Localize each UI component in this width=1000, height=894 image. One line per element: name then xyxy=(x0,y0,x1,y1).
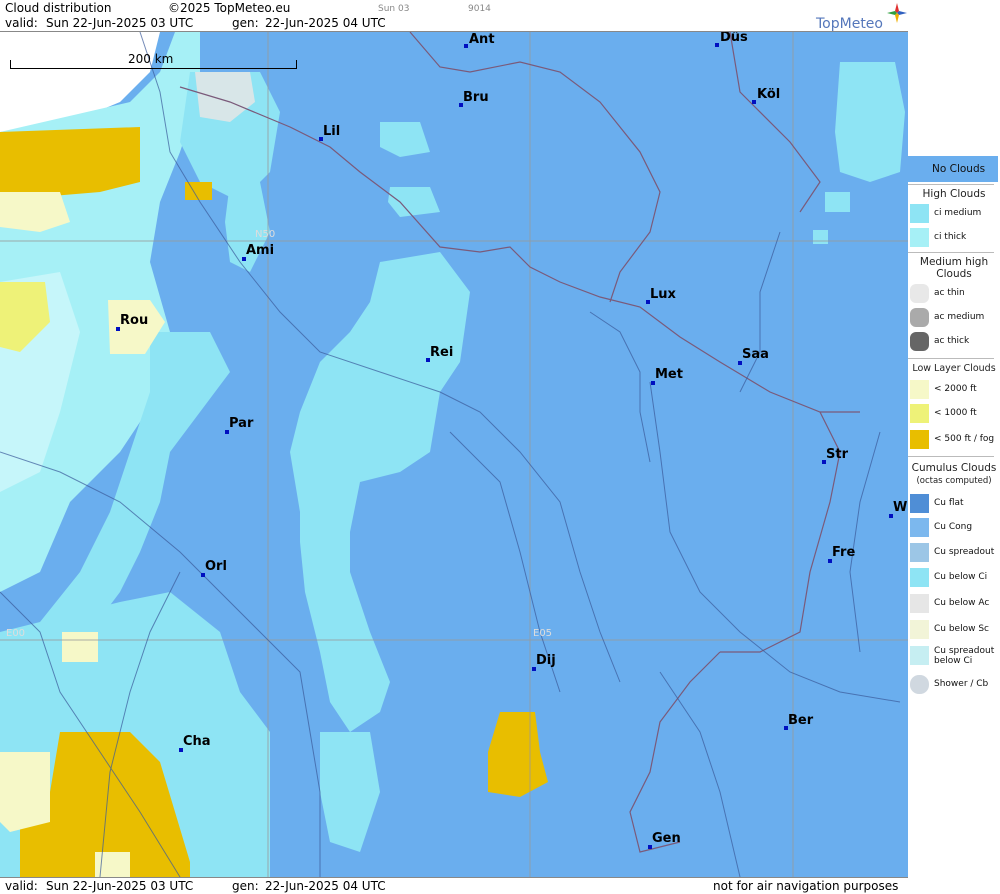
legend-low-500: < 500 ft / fog xyxy=(910,430,998,450)
footer-valid-label: valid: xyxy=(5,879,38,893)
city-label: W xyxy=(893,500,908,515)
grid-label-e05: E05 xyxy=(533,628,553,639)
footer-gen-label: gen: xyxy=(232,879,259,893)
map-header: Cloud distribution ©2025 TopMeteo.eu Sun… xyxy=(0,0,908,32)
map-title: Cloud distribution xyxy=(5,1,112,15)
grid-label-n50: N50 xyxy=(255,229,276,240)
gen-label: gen: xyxy=(232,16,259,30)
city-label: Orl xyxy=(205,559,227,574)
city-label: Par xyxy=(229,416,254,431)
city-label: Cha xyxy=(183,734,211,749)
city-label: Lil xyxy=(323,124,341,139)
legend-cu-spread: Cu spreadout xyxy=(910,543,998,563)
legend-medium-title: Medium high Clouds xyxy=(919,256,989,280)
legend-cu-spread-ci: Cu spreadout below Ci xyxy=(910,646,998,672)
product-code: 9014 xyxy=(468,4,491,14)
city-label: Str xyxy=(826,447,848,462)
gen-time: 22-Jun-2025 04 UTC xyxy=(265,16,386,30)
legend-ac-medium: ac medium xyxy=(910,308,998,328)
legend-low-title: Low Layer Clouds xyxy=(912,363,996,374)
legend-low-2000: < 2000 ft xyxy=(910,380,998,400)
city-label: Dij xyxy=(536,653,556,668)
city-label: Ant xyxy=(469,32,495,47)
city-label: Rou xyxy=(120,313,149,328)
city-label: Bru xyxy=(463,90,489,105)
map-footer: valid: Sun 22-Jun-2025 03 UTC gen: 22-Ju… xyxy=(0,877,908,894)
legend-low-1000: < 1000 ft xyxy=(910,404,998,424)
footer-valid-time: Sun 22-Jun-2025 03 UTC xyxy=(46,879,194,893)
city-label: Rei xyxy=(430,345,454,360)
run-label: Sun 03 xyxy=(378,4,410,14)
scale-bar xyxy=(10,68,297,69)
legend-no-clouds: No Clouds xyxy=(908,156,998,182)
legend-ac-thick: ac thick xyxy=(910,332,998,352)
city-label: Met xyxy=(655,367,683,382)
scale-bar-tick-right xyxy=(296,60,297,69)
legend-high-title: High Clouds xyxy=(922,188,986,200)
legend-panel: No Clouds High Clouds ci medium ci thick… xyxy=(908,0,1000,893)
disclaimer: not for air navigation purposes xyxy=(713,879,899,893)
city-label: Saa xyxy=(742,347,769,362)
footer-gen-time: 22-Jun-2025 04 UTC xyxy=(265,879,386,893)
legend-cu-cong: Cu Cong xyxy=(910,518,998,538)
copyright: ©2025 TopMeteo.eu xyxy=(168,1,291,15)
legend-cu-below-ci: Cu below Ci xyxy=(910,568,998,588)
city-label: Köl xyxy=(757,87,781,102)
legend-shower: Shower / Cb xyxy=(910,675,998,695)
city-label: Fre xyxy=(832,545,856,560)
cloud-map[interactable]: 200 km N50 E00 E05 Ant Düs Bru Köl Lil A… xyxy=(0,32,908,877)
valid-time: Sun 22-Jun-2025 03 UTC xyxy=(46,16,194,30)
compass-logo-icon xyxy=(887,3,907,23)
city-label: Ami xyxy=(246,243,275,258)
legend-cu-below-sc: Cu below Sc xyxy=(910,620,998,640)
scale-bar-tick-left xyxy=(10,60,11,69)
legend-cu-sub: (octas computed) xyxy=(916,476,992,486)
scale-label: 200 km xyxy=(128,52,174,66)
city-label: Düs xyxy=(720,32,748,45)
city-label: Gen xyxy=(652,831,681,846)
legend-cu-title: Cumulus Clouds xyxy=(911,462,997,474)
map-grid-and-borders xyxy=(0,32,908,877)
legend-ac-thin: ac thin xyxy=(910,284,998,304)
legend-cu-flat: Cu flat xyxy=(910,494,998,514)
legend-ci-thick: ci thick xyxy=(910,228,998,248)
grid-label-e00: E00 xyxy=(6,628,26,639)
legend-cu-below-ac: Cu below Ac xyxy=(910,594,998,614)
valid-label: valid: xyxy=(5,16,38,30)
city-label: Ber xyxy=(788,713,814,728)
legend-ci-medium: ci medium xyxy=(910,204,998,224)
brand-logo-text: TopMeteo xyxy=(816,16,883,32)
city-label: Lux xyxy=(650,287,676,302)
